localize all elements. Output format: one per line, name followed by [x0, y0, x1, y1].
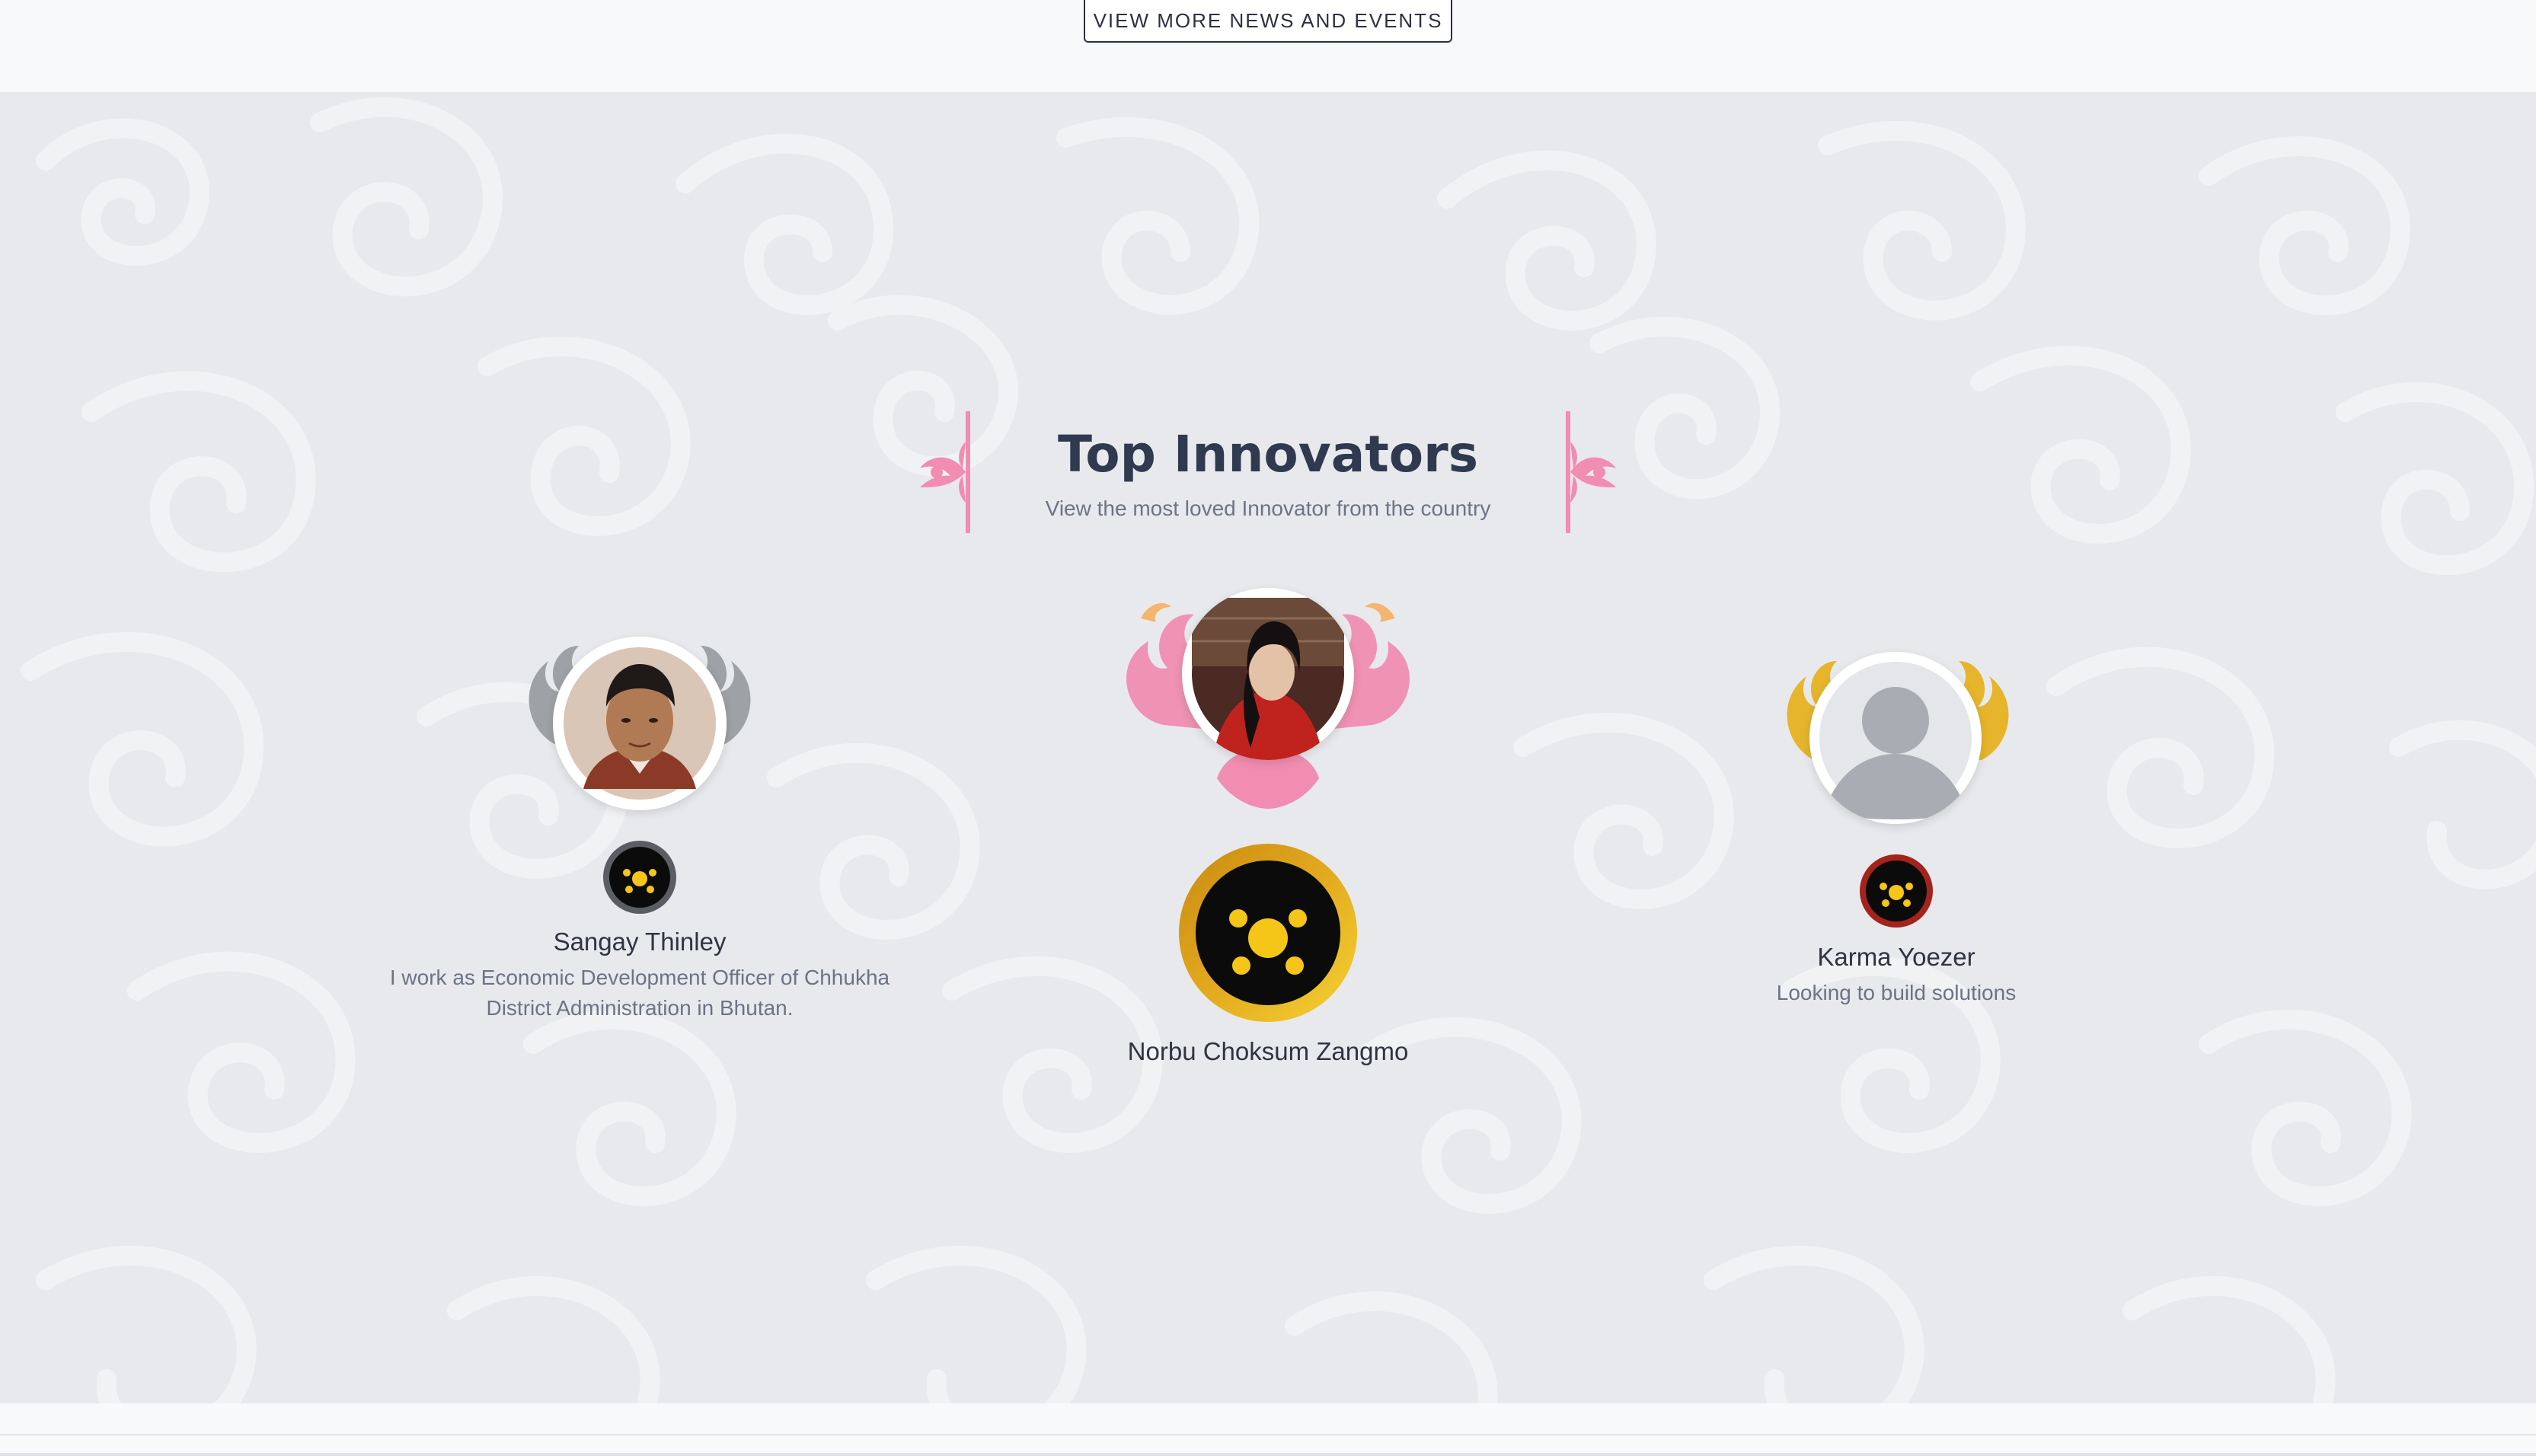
- default-user-avatar-icon: [1819, 662, 1972, 819]
- footer-top-strip: [0, 1403, 2536, 1456]
- silver-medal-badge-icon: [603, 841, 676, 914]
- section-subtitle: View the most loved Innovator from the c…: [1045, 497, 1491, 520]
- person-photo-icon: [564, 647, 716, 800]
- avatar-karma-yoezer[interactable]: [1809, 652, 1982, 824]
- avatar-sangay-thinley[interactable]: [553, 637, 727, 810]
- gold-medal-badge-icon: [1179, 844, 1357, 1022]
- bronze-medal-badge-icon: [1860, 854, 1933, 928]
- person-photo-icon: [1192, 598, 1344, 760]
- innovator-name[interactable]: Sangay Thinley: [411, 928, 868, 956]
- news-section-bottom: VIEW MORE NEWS AND EVENTS: [0, 0, 2536, 92]
- view-more-news-button[interactable]: VIEW MORE NEWS AND EVENTS: [1084, 0, 1452, 43]
- page: VIEW MORE NEWS AND EVENTS Top Innovators…: [0, 0, 2536, 1456]
- divider: [0, 1453, 2536, 1456]
- divider: [0, 1434, 2536, 1435]
- innovator-bio: Looking to build solutions: [1776, 981, 2017, 1004]
- innovator-bio-line: District Administration in Bhutan.: [486, 996, 794, 1020]
- innovator-bio-line: I work as Economic Development Officer o…: [389, 966, 890, 989]
- innovator-name[interactable]: Norbu Choksum Zangmo: [1001, 1037, 1535, 1066]
- avatar-norbu-choksum-zangmo[interactable]: [1182, 588, 1354, 760]
- innovator-bio: I work as Economic Development Officer o…: [335, 963, 944, 1023]
- innovator-name[interactable]: Karma Yoezer: [1668, 943, 2125, 972]
- section-title: Top Innovators: [1058, 425, 1478, 484]
